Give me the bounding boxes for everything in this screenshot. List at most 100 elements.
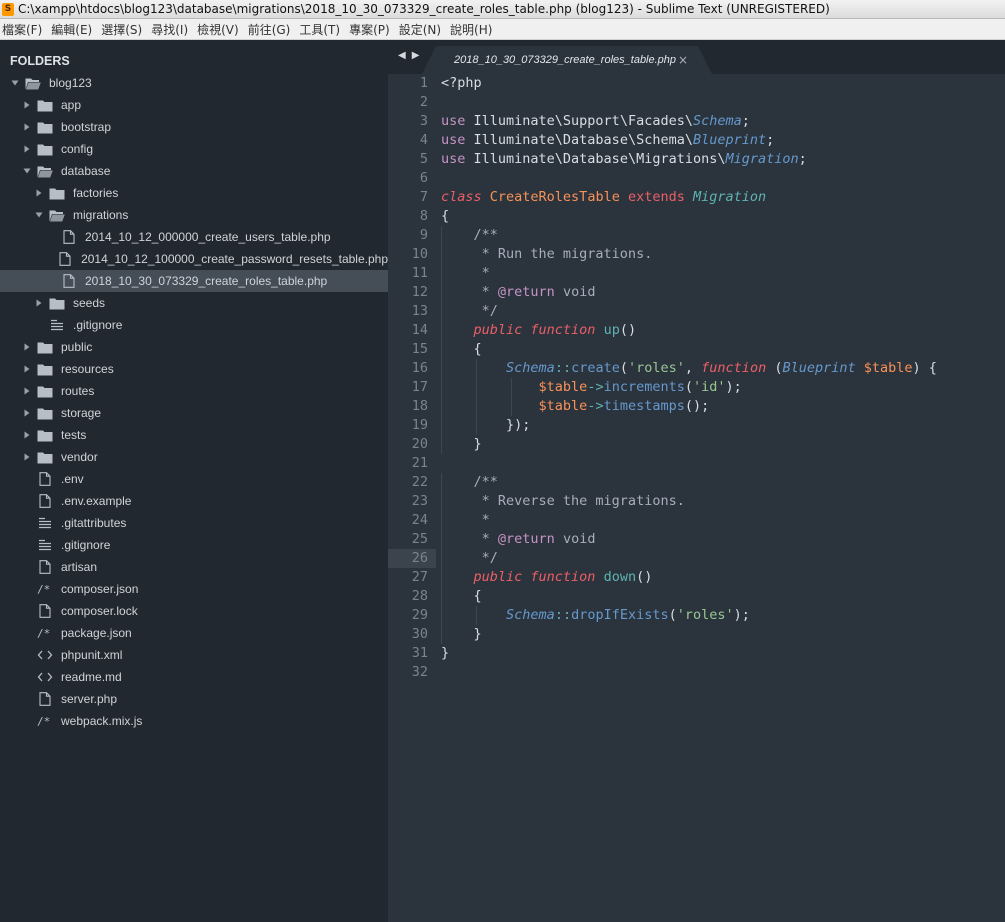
code-token: @return (497, 531, 555, 547)
file-item[interactable]: 2018_10_30_073329_create_roles_table.php (0, 270, 388, 292)
disclosure-closed-icon[interactable] (22, 430, 32, 440)
code-token: $table (863, 360, 913, 376)
menu-item[interactable]: 檔案(F) (0, 21, 49, 38)
file-item[interactable]: composer.lock (0, 600, 388, 622)
tab-bar: ◀ ▶ 2018_10_30_073329_create_roles_table… (388, 40, 1005, 74)
disclosure-closed-icon[interactable] (22, 408, 32, 418)
folder-item[interactable]: database (0, 160, 388, 182)
menu-item[interactable]: 說明(H) (448, 21, 499, 38)
code-token: ; (766, 132, 775, 148)
disclosure-closed-icon[interactable] (22, 386, 32, 396)
code-token: () (619, 322, 637, 338)
disclosure-closed-icon[interactable] (34, 298, 44, 308)
indent-guide (476, 606, 477, 625)
file-item[interactable]: .env.example (0, 490, 388, 512)
tab-active-file[interactable]: 2018_10_30_073329_create_roles_table.php… (422, 46, 712, 74)
code-editor[interactable]: 1 <?php 2 3 use Illuminate\Support\Facades\S… (388, 74, 1005, 922)
markup-file-icon (37, 648, 53, 662)
folder-icon (37, 340, 53, 354)
folder-item[interactable]: routes (0, 380, 388, 402)
file-item[interactable]: .env (0, 468, 388, 490)
code-line: 5 use Illuminate\Database\Migrations\Migr… (388, 150, 1005, 169)
menu-item[interactable]: 工具(T) (297, 21, 347, 38)
tab-close-icon[interactable]: × (678, 53, 688, 67)
tab-back-icon[interactable]: ◀ (398, 50, 406, 61)
disclosure-closed-icon[interactable] (22, 364, 32, 374)
menu-item[interactable]: 檢視(V) (195, 21, 246, 38)
file-item[interactable]: /* package.json (0, 622, 388, 644)
disclosure-open-icon[interactable] (10, 78, 20, 88)
code-token: * (441, 284, 498, 300)
tab-forward-icon[interactable]: ▶ (412, 50, 420, 61)
file-item[interactable]: phpunit.xml (0, 644, 388, 666)
code-token: 'roles' (628, 360, 685, 376)
code-line: 25 * @return void (388, 530, 1005, 549)
code-text: { (436, 340, 482, 359)
disclosure-closed-icon[interactable] (34, 188, 44, 198)
code-text: } (436, 644, 449, 663)
code-token: ; (741, 113, 750, 129)
code-token: * (441, 531, 498, 547)
file-item[interactable]: .gitignore (0, 534, 388, 556)
code-token: , (684, 360, 702, 376)
folder-item[interactable]: blog123 (0, 72, 388, 94)
menu-item[interactable]: 設定(N) (397, 21, 448, 38)
line-number: 3 (419, 113, 428, 129)
disclosure-closed-icon[interactable] (22, 452, 32, 462)
file-item[interactable]: .gitignore (0, 314, 388, 336)
code-line: 3 use Illuminate\Support\Facades\Schema; (388, 112, 1005, 131)
file-item[interactable]: 2014_10_12_100000_create_password_resets… (0, 248, 388, 270)
menu-item[interactable]: 前往(G) (246, 21, 298, 38)
line-number: 11 (411, 265, 428, 281)
folder-item[interactable]: storage (0, 402, 388, 424)
file-item[interactable]: /* composer.json (0, 578, 388, 600)
code-token: */ (441, 303, 498, 319)
folder-icon (37, 450, 53, 464)
disclosure-open-icon[interactable] (34, 210, 44, 220)
folder-item[interactable]: seeds (0, 292, 388, 314)
folder-icon (37, 98, 53, 112)
folder-item[interactable]: bootstrap (0, 116, 388, 138)
folder-item[interactable]: factories (0, 182, 388, 204)
menu-item[interactable]: 選擇(S) (99, 21, 149, 38)
tree-item-label: blog123 (49, 76, 92, 90)
code-text: Schema::dropIfExists('roles'); (436, 606, 750, 625)
code-token: { (441, 588, 482, 604)
folder-item[interactable]: app (0, 94, 388, 116)
code-token: up (603, 322, 620, 338)
folder-item[interactable]: tests (0, 424, 388, 446)
folder-item[interactable]: migrations (0, 204, 388, 226)
menu-item[interactable]: 專案(P) (347, 21, 397, 38)
disclosure-closed-icon[interactable] (22, 100, 32, 110)
disclosure-closed-icon[interactable] (22, 122, 32, 132)
line-number: 4 (419, 132, 428, 148)
file-item[interactable]: .gitattributes (0, 512, 388, 534)
folder-item[interactable]: vendor (0, 446, 388, 468)
folder-tree: blog123 app bootstrap config database factori… (0, 72, 388, 732)
folder-item[interactable]: resources (0, 358, 388, 380)
disclosure-closed-icon[interactable] (22, 144, 32, 154)
tree-item-label: resources (61, 362, 114, 376)
disclosure-open-icon[interactable] (22, 166, 32, 176)
code-token: use (441, 151, 474, 167)
file-item[interactable]: readme.md (0, 666, 388, 688)
file-item[interactable]: 2014_10_12_000000_create_users_table.php (0, 226, 388, 248)
menu-item[interactable]: 尋找(I) (149, 21, 195, 38)
menu-item[interactable]: 編輯(E) (49, 21, 99, 38)
tree-item-label: webpack.mix.js (61, 714, 143, 728)
file-item[interactable]: /* webpack.mix.js (0, 710, 388, 732)
folder-icon (37, 142, 53, 156)
line-number: 31 (411, 645, 428, 661)
file-item[interactable]: server.php (0, 688, 388, 710)
code-token: use (441, 113, 474, 129)
folder-item[interactable]: config (0, 138, 388, 160)
code-token: () (636, 569, 653, 585)
indent-guide (476, 359, 477, 378)
code-line: 28 { (388, 587, 1005, 606)
file-item[interactable]: artisan (0, 556, 388, 578)
disclosure-closed-icon[interactable] (22, 342, 32, 352)
folder-item[interactable]: public (0, 336, 388, 358)
tree-item-label: 2014_10_12_000000_create_users_table.php (85, 230, 331, 244)
